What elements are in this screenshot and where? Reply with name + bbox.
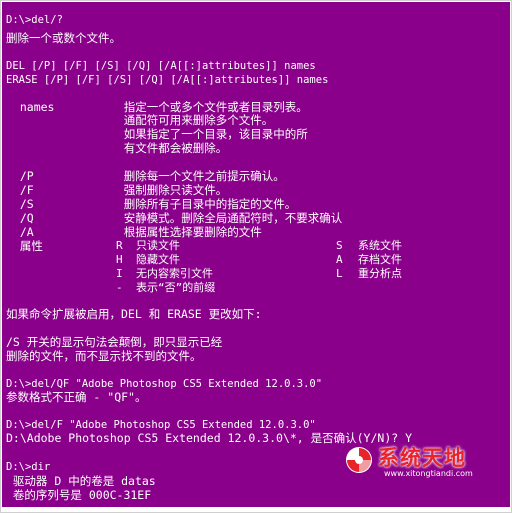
attr-key-dash: - — [116, 281, 123, 294]
watermark-url: www.xitongtiandi.com — [384, 469, 473, 478]
watermark-logo-icon — [346, 447, 372, 473]
console-line-switch-f: /F 强制删除只读文件。 — [6, 183, 228, 197]
attr-key-a: A — [336, 253, 343, 266]
console-line-switch-q: /Q 安静模式。删除全局通配符时，不要求确认 — [6, 211, 343, 225]
console-line-dir: D:\>dir — [6, 461, 51, 473]
attr-desc-s: 系统文件 — [358, 239, 402, 252]
console-line-switch-s: /S 删除所有子目录中的指定的文件。 — [6, 197, 297, 211]
console-line-del-syntax: DEL [/P] [/F] [/S] [/Q] [/A[[:]attribute… — [6, 60, 316, 72]
attr-key-s: S — [336, 239, 343, 252]
console-line-s-switch-note: /S 开关的显示句法会颠倒，即只显示已经 — [6, 335, 223, 349]
console-line-switch-a: /A 根据属性选择要删除的文件 — [6, 225, 262, 239]
console-line-names-3: 如果指定了一个目录，该目录中的所 — [6, 127, 308, 141]
console-window[interactable]: D:\>del/? 删除一个或数个文件。 DEL [/P] [/F] [/S] … — [2, 2, 510, 507]
watermark-title: 系统天地 — [378, 446, 466, 470]
console-line-names-4: 有文件都会被删除。 — [6, 141, 228, 155]
attr-desc-r: 只读文件 — [136, 239, 180, 252]
console-line-extensions: 如果命令扩展被启用，DEL 和 ERASE 更改如下: — [6, 307, 262, 321]
console-line-description: 删除一个或数个文件。 — [6, 31, 121, 45]
console-line-erase-syntax: ERASE [/P] [/F] [/S] [/Q] [/A[[:]attribu… — [6, 74, 329, 86]
console-line-s-switch-note-2: 删除的文件，而不显示找不到的文件。 — [6, 349, 202, 363]
attr-desc-a: 存档文件 — [358, 253, 402, 266]
attr-desc-h: 隐藏文件 — [136, 253, 180, 266]
attr-key-r: R — [116, 239, 123, 252]
watermark: 系统天地 www.xitongtiandi.com — [340, 442, 510, 482]
attr-key-l: L — [336, 267, 343, 280]
console-line-switch-p: /P 删除每一个文件之前提示确认。 — [6, 169, 285, 183]
console-line-serial: 卷的序列号是 000C-31EF — [6, 488, 152, 502]
console-line-prompt-del-help: D:\>del/? — [6, 14, 63, 26]
console-line-attributes-label: 属性 — [6, 239, 43, 253]
screenshot-frame: D:\>del/? 删除一个或数个文件。 DEL [/P] [/F] [/S] … — [0, 0, 512, 513]
console-line-volume: 驱动器 D 中的卷是 datas — [6, 474, 156, 488]
attr-desc-l: 重分析点 — [358, 267, 402, 280]
attr-desc-dash: 表示“否”的前缀 — [136, 281, 216, 294]
attr-key-h: H — [116, 253, 123, 266]
console-line-param-error: 参数格式不正确 - "QF"。 — [6, 390, 147, 404]
attr-key-i: I — [116, 267, 123, 280]
attr-desc-i: 无内容索引文件 — [136, 267, 213, 280]
console-line-names-2: 通配符可用来删除多个文件。 — [6, 113, 274, 127]
